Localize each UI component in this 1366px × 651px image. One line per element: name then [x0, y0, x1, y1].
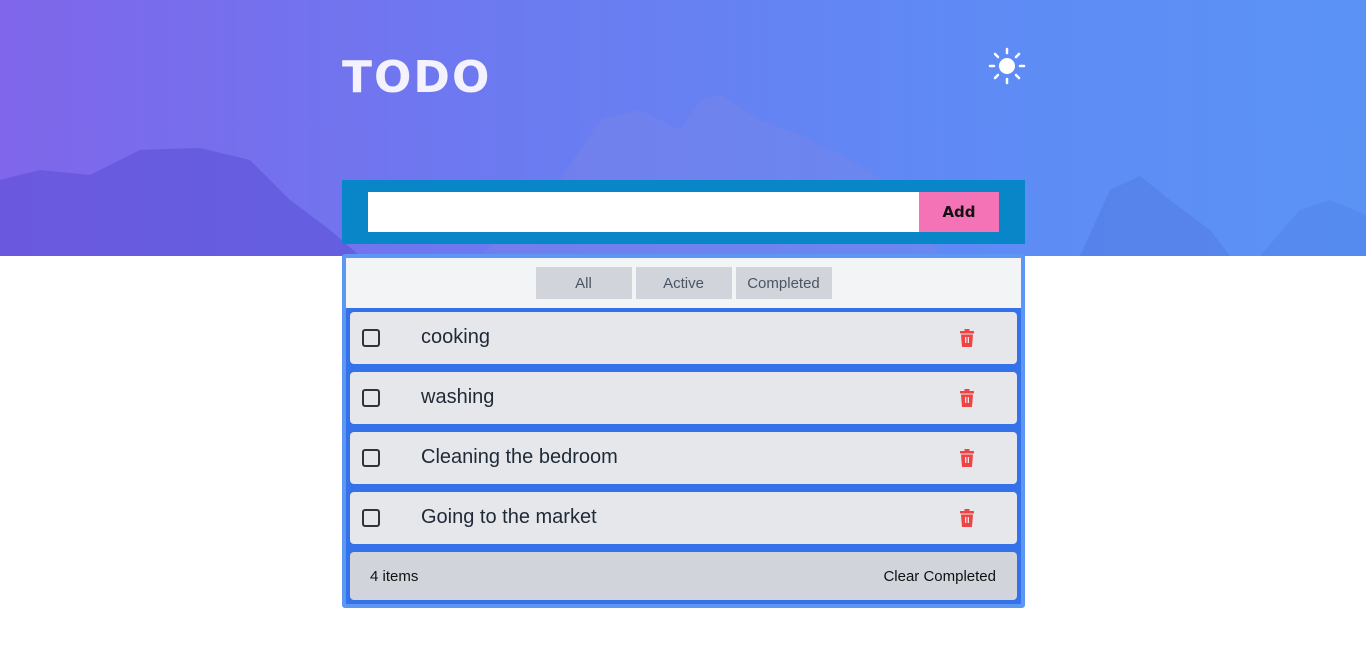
todo-label: washing: [421, 386, 495, 408]
todo-label: cooking: [421, 326, 490, 348]
filter-all-button[interactable]: All: [535, 267, 632, 299]
todo-label: Going to the market: [421, 506, 597, 528]
todo-item: washing: [350, 372, 1017, 424]
todo-checkbox[interactable]: [362, 509, 380, 527]
filter-completed-button[interactable]: Completed: [735, 267, 832, 299]
todo-label: Cleaning the bedroom: [421, 446, 618, 468]
todo-item: Going to the market: [350, 492, 1017, 544]
todo-checkbox[interactable]: [362, 449, 380, 467]
todo-item: cooking: [350, 312, 1017, 364]
todo-footer: 4 items Clear Completed: [350, 552, 1017, 600]
trash-icon[interactable]: [959, 509, 975, 527]
todo-list-container: All Active Completed cooking washing Cle…: [342, 254, 1025, 608]
filter-active-button[interactable]: Active: [635, 267, 732, 299]
app-title: TODO: [342, 52, 492, 103]
new-todo-input[interactable]: [368, 192, 919, 232]
todo-checkbox[interactable]: [362, 329, 380, 347]
trash-icon[interactable]: [959, 329, 975, 347]
todo-item: Cleaning the bedroom: [350, 432, 1017, 484]
items-count: 4 items: [370, 567, 419, 585]
add-todo-bar: Add: [342, 180, 1025, 244]
sun-icon: [988, 47, 1026, 85]
clear-completed-button[interactable]: Clear Completed: [883, 568, 996, 585]
todo-checkbox[interactable]: [362, 389, 380, 407]
theme-toggle-button[interactable]: [988, 47, 1026, 85]
trash-icon[interactable]: [959, 449, 975, 467]
add-button[interactable]: Add: [919, 192, 999, 232]
filter-bar: All Active Completed: [346, 258, 1021, 308]
trash-icon[interactable]: [959, 389, 975, 407]
todo-panel: Add All Active Completed cooking washing…: [342, 180, 1025, 608]
todo-list: cooking washing Cleaning the bedroom Goi…: [346, 308, 1021, 544]
